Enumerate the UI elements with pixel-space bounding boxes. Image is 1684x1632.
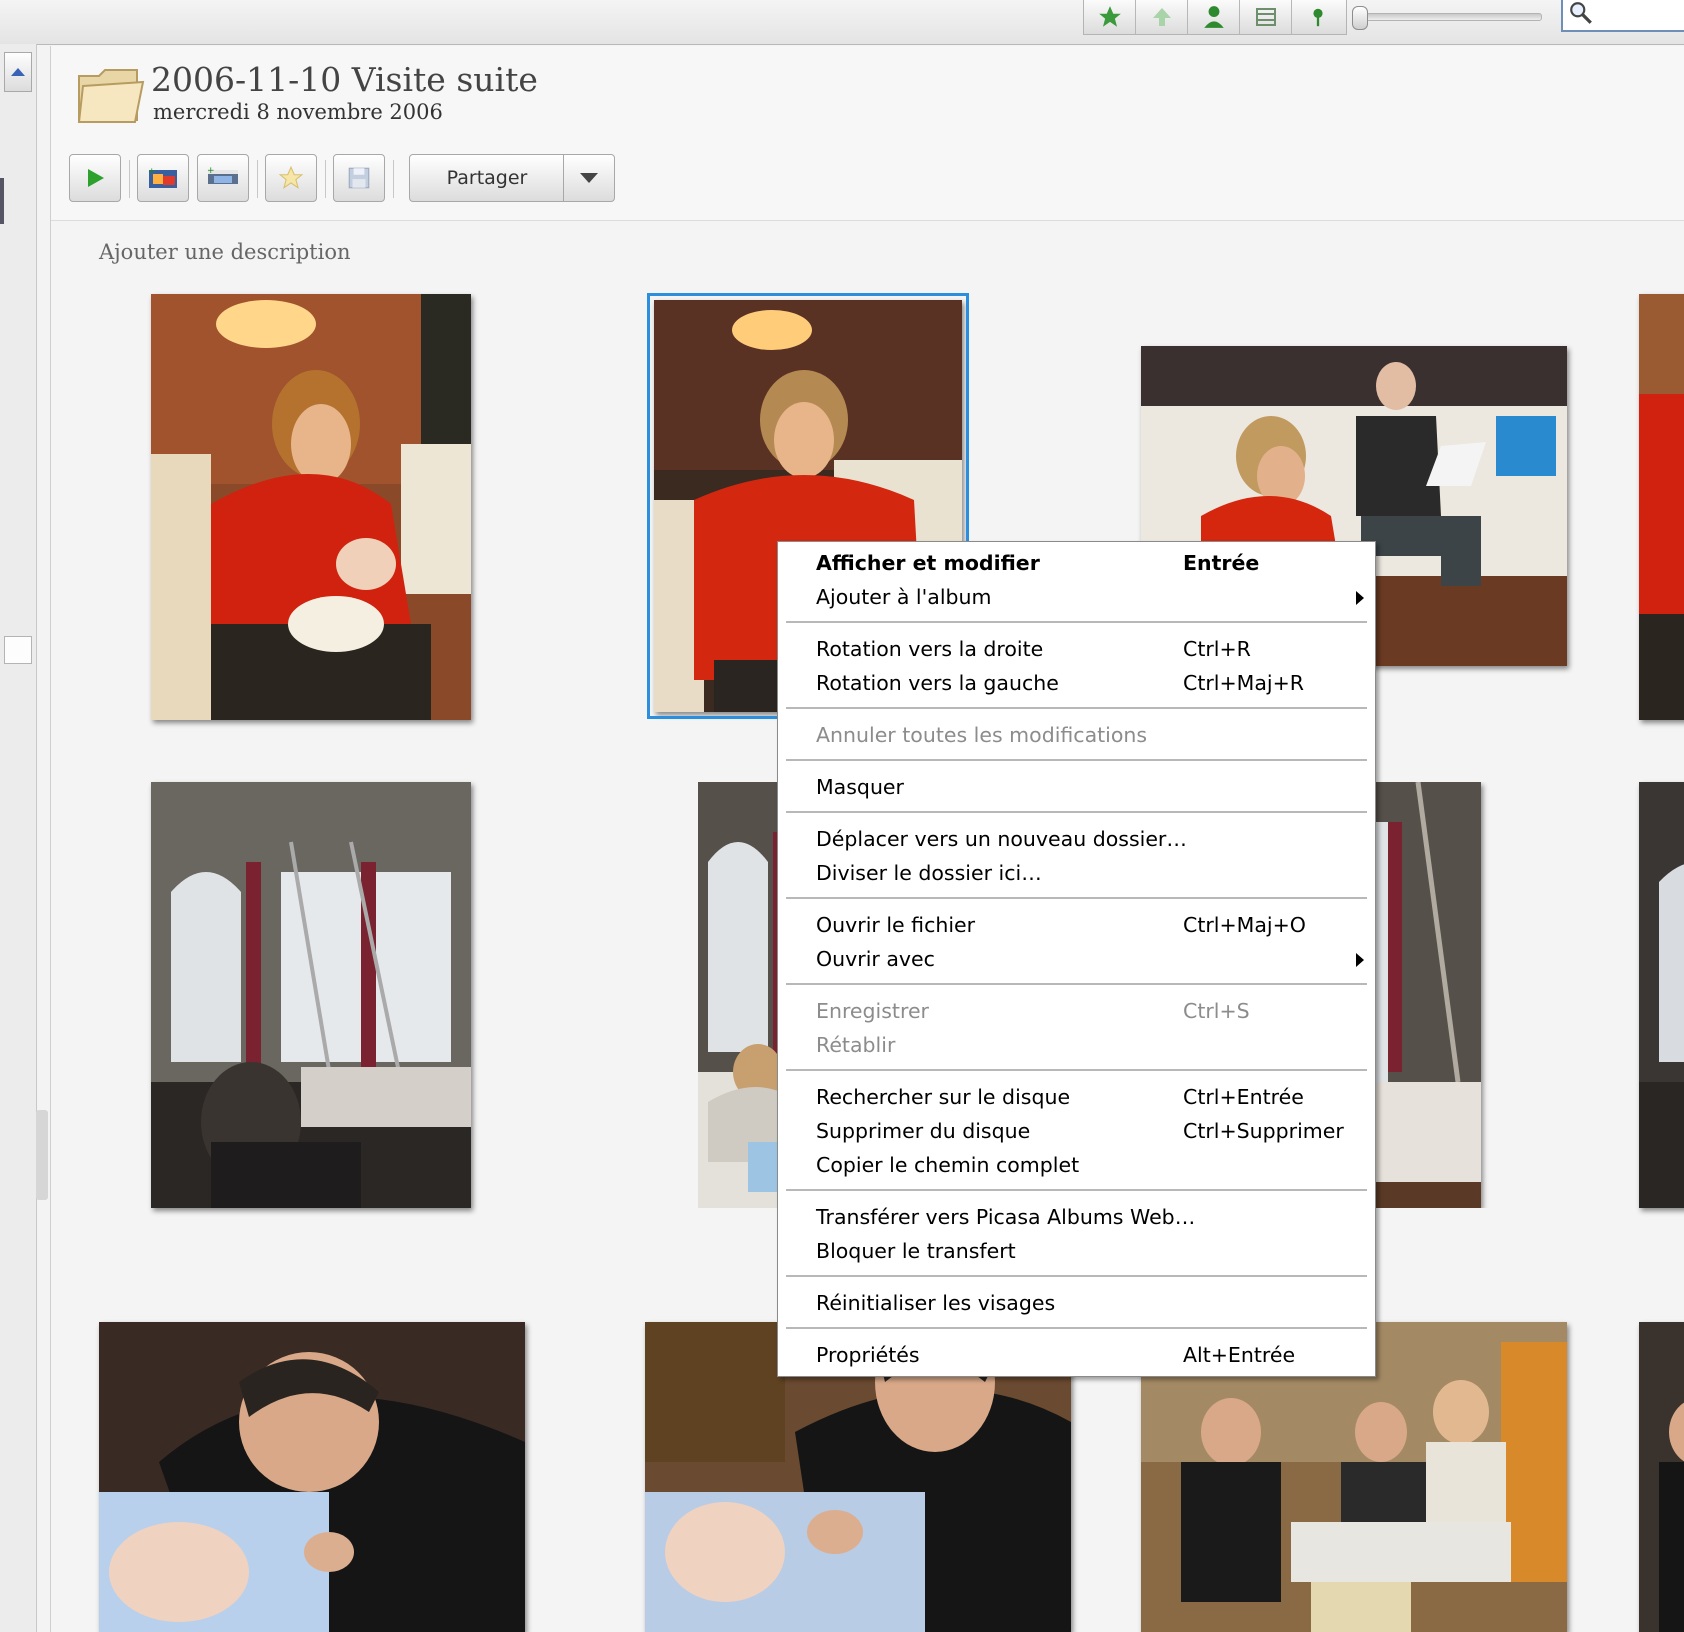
toolbar-separator: [129, 160, 130, 198]
add-description-field[interactable]: Ajouter une description: [99, 240, 351, 264]
save-button[interactable]: [333, 154, 385, 202]
slider-track: [1360, 13, 1542, 21]
geotag-filter-button[interactable]: [1292, 0, 1343, 34]
svg-text:+: +: [148, 167, 156, 177]
menu-separator: [786, 897, 1367, 899]
collage-icon: +: [148, 167, 177, 188]
submenu-arrow-icon: [1356, 953, 1364, 967]
menu-item-rotate-right[interactable]: Rotation vers la droite Ctrl+R: [778, 632, 1375, 666]
menu-item-open-with[interactable]: Ouvrir avec: [778, 942, 1375, 976]
search-input[interactable]: [1561, 0, 1684, 32]
toolbar-separator: [393, 160, 394, 198]
magnifier-icon: [1570, 2, 1592, 24]
photo-thumbnail[interactable]: [99, 1322, 525, 1632]
menu-item-delete-from-disk[interactable]: Supprimer du disque Ctrl+Supprimer: [778, 1114, 1375, 1148]
photo-thumbnail[interactable]: [151, 782, 471, 1208]
person-icon: [1203, 6, 1224, 28]
menu-item-rotate-left[interactable]: Rotation vers la gauche Ctrl+Maj+R: [778, 666, 1375, 700]
menu-item-open-file[interactable]: Ouvrir le fichier Ctrl+Maj+O: [778, 908, 1375, 942]
photo-thumbnail[interactable]: [1639, 294, 1684, 720]
star-filter-button[interactable]: [1084, 0, 1136, 34]
photo-grandmother-baby: [151, 294, 471, 720]
person-filter-button[interactable]: [1188, 0, 1240, 34]
share-dropdown-button[interactable]: [563, 154, 615, 202]
photo-father-baby: [99, 1322, 525, 1632]
menu-item-split-folder[interactable]: Diviser le dossier ici…: [778, 856, 1375, 890]
slideshow-button[interactable]: [69, 154, 121, 202]
top-toolbar: [0, 0, 1684, 45]
star-button[interactable]: [265, 154, 317, 202]
menu-separator: [786, 1275, 1367, 1277]
chevron-up-icon: [11, 68, 25, 76]
filter-buttons: [1083, 0, 1347, 35]
folder-list-scrollbar[interactable]: [0, 44, 37, 1632]
menu-separator: [786, 621, 1367, 623]
menu-item-view-edit[interactable]: Afficher et modifier Entrée: [778, 546, 1375, 580]
photo-edge-room: [1639, 782, 1684, 1208]
pin-icon: [1312, 8, 1323, 27]
menu-item-properties[interactable]: Propriétés Alt+Entrée: [778, 1338, 1375, 1372]
photo-room-ladder: [151, 782, 471, 1208]
menu-separator: [786, 1327, 1367, 1329]
star-icon: [1098, 6, 1121, 27]
menu-separator: [786, 1189, 1367, 1191]
menu-separator: [786, 983, 1367, 985]
folder-icon: [77, 69, 145, 123]
panel-resize-handle[interactable]: [36, 1110, 48, 1200]
photo-edge-father: [1639, 1322, 1684, 1632]
menu-item-undo-all: Annuler toutes les modifications: [816, 723, 1148, 747]
upload-arrow-icon: [1152, 8, 1171, 26]
photo-thumbnail[interactable]: [1358, 782, 1481, 1208]
movie-icon: +: [207, 166, 238, 188]
menu-item-hide[interactable]: Masquer: [778, 770, 1375, 804]
folder-date: mercredi 8 novembre 2006: [153, 100, 443, 124]
menu-item-move-new-folder[interactable]: Déplacer vers un nouveau dossier…: [778, 822, 1375, 856]
menu-item-locate-on-disk[interactable]: Rechercher sur le disque Ctrl+Entrée: [778, 1080, 1375, 1114]
slider-thumb[interactable]: [1352, 6, 1368, 30]
menu-item-copy-full-path[interactable]: Copier le chemin complet: [778, 1148, 1375, 1182]
scroll-up-button[interactable]: [4, 52, 32, 92]
menu-item-reset-faces[interactable]: Réinitialiser les visages: [778, 1286, 1375, 1320]
menu-separator: [786, 811, 1367, 813]
toolbar-separator: [257, 160, 258, 198]
folder-header: 2006-11-10 Visite suite mercredi 8 novem…: [51, 46, 1684, 221]
play-icon: [88, 169, 104, 187]
create-movie-button[interactable]: +: [197, 154, 249, 202]
thumbnail-size-slider[interactable]: [1352, 6, 1544, 30]
menu-item-save: Enregistrer Ctrl+S: [816, 999, 1250, 1023]
floppy-disk-icon: [348, 167, 370, 189]
share-button[interactable]: Partager: [409, 154, 565, 202]
photo-context-menu: Afficher et modifier Entrée Ajouter à l'…: [777, 541, 1376, 1377]
panel-edge: [0, 178, 4, 224]
scroll-thumb[interactable]: [4, 636, 32, 664]
chevron-down-icon: [580, 173, 598, 183]
photo-thumbnail[interactable]: [1639, 1322, 1684, 1632]
photo-edge-red: [1639, 294, 1684, 720]
photo-thumbnail[interactable]: [151, 294, 471, 720]
menu-item-upload-web-albums[interactable]: Transférer vers Picasa Albums Web…: [778, 1200, 1375, 1234]
menu-item-add-to-album[interactable]: Ajouter à l'album: [778, 580, 1375, 614]
star-outline-icon: [278, 165, 304, 190]
photo-thumbnail[interactable]: [1639, 782, 1684, 1208]
svg-text:+: +: [207, 166, 215, 176]
menu-item-block-upload[interactable]: Bloquer le transfert: [778, 1234, 1375, 1268]
film-icon: [1255, 8, 1276, 26]
toolbar-separator: [325, 160, 326, 198]
movie-filter-button[interactable]: [1240, 0, 1292, 34]
menu-separator: [786, 759, 1367, 761]
photo-room-window: [1358, 782, 1481, 1208]
folder-title[interactable]: 2006-11-10 Visite suite: [151, 60, 538, 99]
create-collage-button[interactable]: +: [137, 154, 189, 202]
submenu-arrow-icon: [1356, 591, 1364, 605]
menu-separator: [786, 1069, 1367, 1071]
upload-filter-button[interactable]: [1136, 0, 1188, 34]
menu-separator: [786, 707, 1367, 709]
menu-item-revert: Rétablir: [816, 1033, 896, 1057]
